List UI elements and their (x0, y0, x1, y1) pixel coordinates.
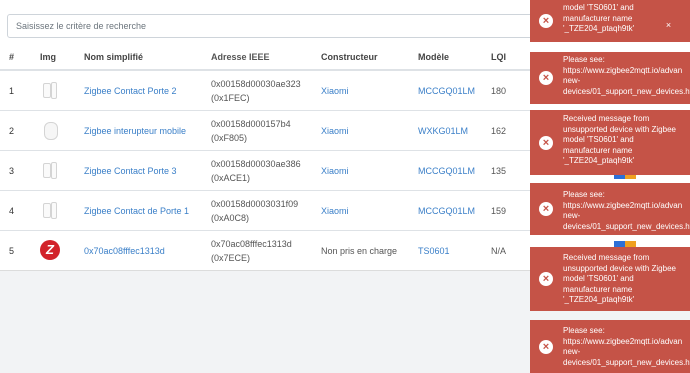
close-icon[interactable]: × (539, 71, 553, 85)
row-number: 4 (0, 190, 40, 231)
device-name-link[interactable]: Zigbee Contact Porte 2 (84, 86, 177, 96)
zigbee-logo-icon: Z (40, 239, 60, 260)
toast-message: Received message from unsupported device… (563, 114, 676, 165)
close-icon[interactable]: × (662, 18, 675, 32)
row-number: 3 (0, 150, 40, 191)
network-address: (0xF805) (211, 132, 248, 143)
error-toast[interactable]: × Received message from unsupported devi… (530, 247, 690, 311)
column-header-number[interactable]: # (0, 44, 40, 71)
column-header-model[interactable]: Modèle (418, 44, 491, 71)
close-icon[interactable]: × (539, 202, 553, 216)
device-name-link[interactable]: Zigbee interupteur mobile (84, 126, 186, 136)
toast-message: Please see: https://www.zigbee2mqtt.io/a… (563, 190, 690, 231)
device-name-link[interactable]: Zigbee Contact de Porte 1 (84, 206, 189, 216)
device-image: Z (40, 230, 84, 270)
toast-message: Please see: https://www.zigbee2mqtt.io/a… (563, 326, 690, 367)
close-icon[interactable]: × (539, 14, 553, 28)
ieee-address-value: 0x00158d00030ae386 (211, 158, 301, 169)
close-icon[interactable]: × (539, 272, 553, 286)
column-header-ieee[interactable]: Adresse IEEE (211, 44, 321, 71)
ieee-address: 0x00158d00030ae386 (0xACE1) (211, 150, 321, 191)
manufacturer-link[interactable]: Xiaomi (321, 206, 349, 216)
ieee-address: 0x70ac08fffec1313d (0x7ECE) (211, 230, 321, 270)
door-sensor-icon (40, 160, 60, 180)
device-name-link[interactable]: 0x70ac08fffec1313d (84, 246, 165, 256)
error-toast[interactable]: × Please see: https://www.zigbee2mqtt.io… (530, 183, 690, 235)
close-icon[interactable]: × (539, 339, 553, 354)
error-toast[interactable]: × Received message from unsupported devi… (530, 110, 690, 175)
model-link[interactable]: TS0601 (418, 246, 450, 256)
device-name-link[interactable]: Zigbee Contact Porte 3 (84, 166, 177, 176)
ieee-address: 0x00158d00030ae323 (0x1FEC) (211, 69, 321, 111)
manufacturer-link[interactable]: Xiaomi (321, 166, 349, 176)
manufacturer-link[interactable]: Xiaomi (321, 86, 349, 96)
ieee-address-value: 0x00158d000157b4 (211, 118, 291, 129)
wireless-switch-icon (40, 120, 60, 140)
manufacturer-text: Non pris en charge (321, 230, 418, 270)
model-link[interactable]: MCCGQ01LM (418, 86, 475, 96)
device-image (40, 150, 84, 191)
model-link[interactable]: MCCGQ01LM (418, 166, 475, 176)
column-header-manufacturer[interactable]: Constructeur (321, 44, 418, 71)
ieee-address-value: 0x00158d00030ae323 (211, 78, 301, 89)
row-number: 1 (0, 69, 40, 111)
network-address: (0x7ECE) (211, 252, 251, 263)
ieee-address-value: 0x70ac08fffec1313d (211, 238, 292, 249)
model-link[interactable]: WXKG01LM (418, 126, 468, 136)
row-number: 5 (0, 230, 40, 270)
device-image (40, 110, 84, 151)
error-toast[interactable]: × Please see: https://www.zigbee2mqtt.io… (530, 52, 690, 104)
toast-message: Received message from unsupported device… (563, 253, 676, 304)
door-sensor-icon (40, 200, 60, 220)
close-icon[interactable]: × (539, 135, 553, 150)
network-address: (0xA0C8) (211, 212, 250, 223)
toast-message: Please see: https://www.zigbee2mqtt.io/a… (563, 55, 690, 96)
device-image (40, 69, 84, 111)
column-header-img[interactable]: Img (40, 44, 84, 71)
ieee-address-value: 0x00158d0003031f09 (211, 198, 299, 209)
device-image (40, 190, 84, 231)
network-address: (0x1FEC) (211, 92, 250, 103)
ieee-address: 0x00158d000157b4 (0xF805) (211, 110, 321, 151)
network-address: (0xACE1) (211, 172, 251, 183)
manufacturer-link[interactable]: Xiaomi (321, 126, 349, 136)
model-link[interactable]: MCCGQ01LM (418, 206, 475, 216)
ieee-address: 0x00158d0003031f09 (0xA0C8) (211, 190, 321, 231)
row-number: 2 (0, 110, 40, 151)
column-header-name[interactable]: Nom simplifié (84, 44, 211, 71)
door-sensor-icon (40, 80, 60, 100)
error-toast[interactable]: × Please see: https://www.zigbee2mqtt.io… (530, 320, 690, 373)
